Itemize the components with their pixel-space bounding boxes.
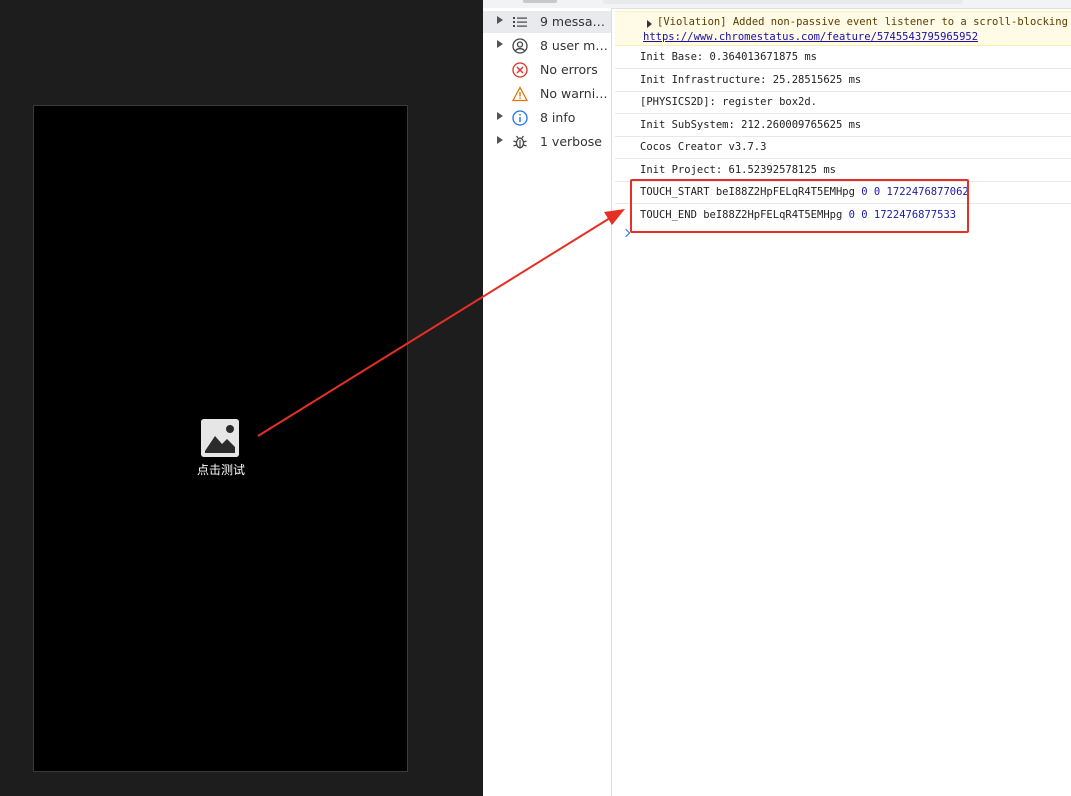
game-preview-panel: 点击测试: [0, 0, 483, 796]
list-icon: [512, 14, 528, 30]
chevron-right-icon[interactable]: [497, 112, 503, 120]
click-test-label: 点击测试: [196, 463, 245, 477]
violation-text: [Violation] Added non-passive event list…: [657, 16, 1071, 28]
user-icon: [512, 38, 528, 54]
log-text: Init Infrastructure: 25.28515625 ms: [640, 74, 862, 86]
sidebar-item-label: No errors: [540, 62, 598, 77]
chevron-right-icon[interactable]: [647, 20, 652, 28]
devtools-panel: 9 messages 8 user me... No errors No war…: [483, 0, 1071, 796]
info-icon: [512, 110, 528, 126]
error-icon: [512, 62, 528, 78]
highlight-box: [630, 179, 969, 233]
console-output: [Violation] Added non-passive event list…: [612, 8, 1071, 796]
log-text: Init Base: 0.364013671875 ms: [640, 51, 818, 63]
sidebar-item-errors[interactable]: No errors: [483, 59, 611, 81]
log-row: Init SubSystem: 212.260009765625 ms: [615, 114, 1071, 137]
chevron-right-icon[interactable]: [497, 40, 503, 48]
chevron-right-icon[interactable]: [497, 136, 503, 144]
bug-icon: [512, 134, 528, 150]
sidebar-item-user-messages[interactable]: 8 user me...: [483, 35, 611, 57]
log-text: Cocos Creator v3.7.3: [640, 141, 767, 153]
toolbar-control[interactable]: [523, 0, 557, 3]
log-text: Init SubSystem: 212.260009765625 ms: [640, 119, 862, 131]
log-row: Init Base: 0.364013671875 ms: [615, 46, 1071, 69]
log-text: Init Project: 61.52392578125 ms: [640, 164, 836, 176]
filter-bar[interactable]: [603, 0, 963, 4]
sidebar-item-label: 8 user me...: [540, 38, 610, 53]
warning-icon: [511, 86, 529, 102]
log-text: [PHYSICS2D]: register box2d.: [640, 96, 818, 108]
sidebar-item-messages[interactable]: 9 messages: [483, 11, 611, 33]
log-row: Cocos Creator v3.7.3: [615, 136, 1071, 159]
log-row: Init Infrastructure: 25.28515625 ms: [615, 69, 1071, 92]
chevron-right-icon[interactable]: [497, 16, 503, 24]
console-sidebar: 9 messages 8 user me... No errors No war…: [483, 8, 612, 796]
violation-message: [Violation] Added non-passive event list…: [615, 11, 1071, 46]
sidebar-item-label: 1 verbose: [540, 134, 602, 149]
log-row: [PHYSICS2D]: register box2d.: [615, 91, 1071, 114]
console-prompt-icon[interactable]: [621, 228, 631, 238]
sidebar-item-label: 9 messages: [540, 14, 610, 29]
sidebar-item-label: 8 info: [540, 110, 576, 125]
sidebar-item-warnings[interactable]: No warnin...: [483, 83, 611, 105]
chromestatus-link[interactable]: https://www.chromestatus.com/feature/574…: [643, 31, 978, 43]
image-icon: [201, 419, 239, 457]
sidebar-item-label: No warnin...: [540, 86, 610, 101]
sidebar-item-info[interactable]: 8 info: [483, 107, 611, 129]
sidebar-item-verbose[interactable]: 1 verbose: [483, 131, 611, 153]
